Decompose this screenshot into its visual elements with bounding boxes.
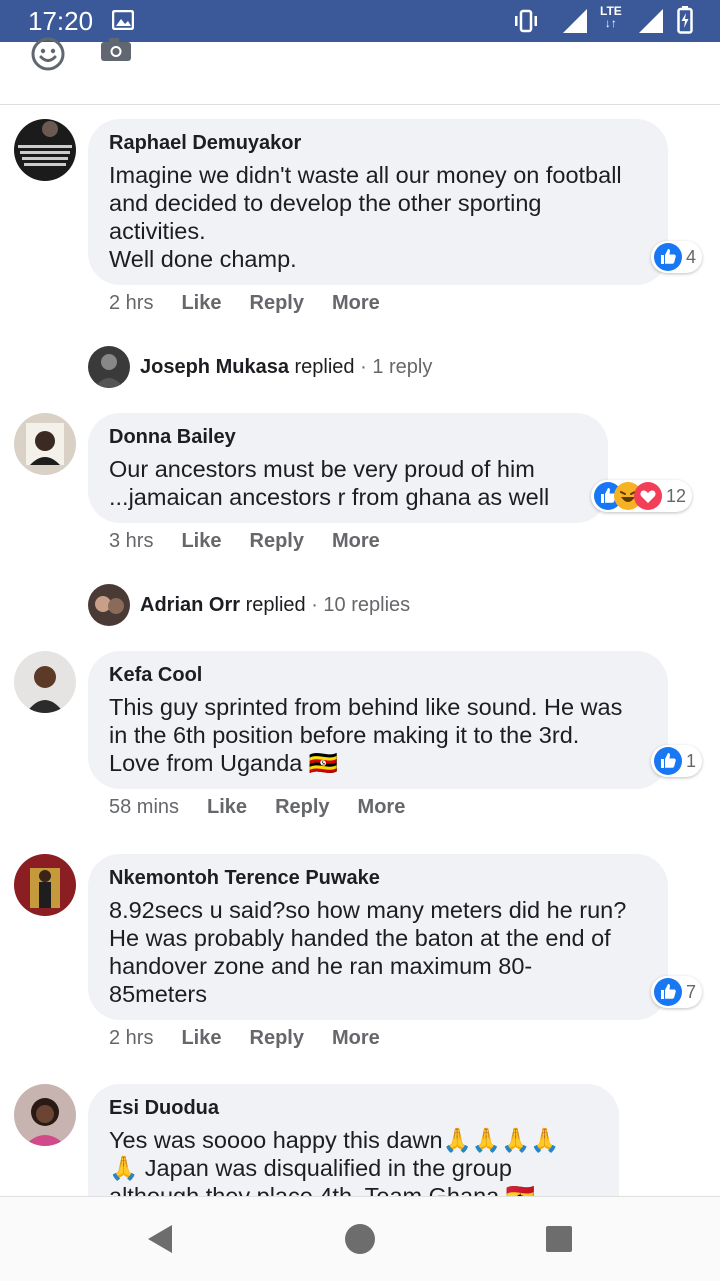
avatar[interactable] — [88, 584, 130, 626]
like-button[interactable]: Like — [181, 530, 221, 553]
comment-time[interactable]: 2 hrs — [109, 292, 153, 315]
status-bar: 17:20 LTE ↓↑ — [0, 0, 720, 42]
comment-actions: 2 hrs Like Reply More — [109, 1027, 380, 1050]
comment-actions: 3 hrs Like Reply More — [109, 530, 380, 553]
comment-bubble[interactable]: Kefa Cool This guy sprinted from behind … — [88, 651, 668, 789]
replier-name[interactable]: Joseph Mukasa — [140, 356, 289, 378]
comment-text: Imagine we didn't waste all our money on… — [109, 162, 622, 272]
reaction-summary[interactable]: 1 — [651, 745, 703, 777]
avatar[interactable] — [14, 1084, 76, 1146]
battery-icon — [677, 6, 693, 39]
comment-bubble[interactable]: Esi Duodua Yes was soooo happy this dawn… — [88, 1084, 619, 1196]
reply-button[interactable]: Reply — [250, 1027, 304, 1050]
reply-count[interactable]: · 1 reply — [355, 356, 432, 378]
commenter-name[interactable]: Kefa Cool — [109, 663, 648, 687]
emoji-icon[interactable] — [30, 36, 66, 77]
comment-actions: 58 mins Like Reply More — [109, 796, 405, 819]
signal-icon — [562, 8, 588, 39]
like-button[interactable]: Like — [207, 796, 247, 819]
reply-button[interactable]: Reply — [275, 796, 329, 819]
comment-bubble[interactable]: Donna Bailey Our ancestors must be very … — [88, 413, 608, 523]
reaction-count: 1 — [686, 750, 697, 771]
comment-time[interactable]: 58 mins — [109, 796, 179, 819]
reaction-summary[interactable]: 7 — [651, 976, 703, 1008]
comment-text: This guy sprinted from behind like sound… — [109, 694, 623, 776]
reply-button[interactable]: Reply — [250, 530, 304, 553]
avatar[interactable] — [14, 119, 76, 181]
avatar[interactable] — [14, 854, 76, 916]
signal-icon-2 — [638, 8, 664, 39]
reaction-count: 4 — [686, 246, 697, 267]
commenter-name[interactable]: Donna Bailey — [109, 425, 588, 449]
comments-list: Raphael Demuyakor Imagine we didn't wast… — [0, 104, 720, 1196]
reaction-summary[interactable]: 4 — [651, 241, 703, 273]
like-reaction-icon — [654, 243, 682, 271]
status-time: 17:20 — [28, 6, 94, 36]
more-button[interactable]: More — [332, 292, 380, 315]
reaction-summary[interactable]: 12 — [591, 480, 693, 512]
reply-summary[interactable]: Joseph Mukasa replied · 1 reply — [140, 356, 432, 379]
comment-text: 8.92secs u said?so how many meters did h… — [109, 897, 627, 1007]
love-reaction-icon — [634, 482, 662, 510]
comment-text: Yes was soooo happy this dawn🙏🙏🙏🙏 🙏 Japa… — [109, 1127, 560, 1196]
commenter-name[interactable]: Esi Duodua — [109, 1096, 599, 1120]
like-button[interactable]: Like — [181, 292, 221, 315]
reply-button[interactable]: Reply — [250, 292, 304, 315]
reply-count[interactable]: · 10 replies — [306, 594, 410, 616]
commenter-name[interactable]: Nkemontoh Terence Puwake — [109, 866, 648, 890]
avatar[interactable] — [14, 413, 76, 475]
comment-text: Our ancestors must be very proud of him … — [109, 456, 550, 510]
reply-summary[interactable]: Adrian Orr replied · 10 replies — [140, 594, 410, 617]
navigation-bar — [0, 1196, 720, 1281]
avatar[interactable] — [14, 651, 76, 713]
commenter-name[interactable]: Raphael Demuyakor — [109, 131, 648, 155]
more-button[interactable]: More — [332, 1027, 380, 1050]
like-reaction-icon — [654, 978, 682, 1006]
like-button[interactable]: Like — [181, 1027, 221, 1050]
comment-time[interactable]: 3 hrs — [109, 530, 153, 553]
replied-label: replied — [294, 356, 355, 378]
lte-label: LTE — [600, 4, 622, 18]
like-reaction-icon — [654, 747, 682, 775]
replier-name[interactable]: Adrian Orr — [140, 594, 240, 616]
comment-bubble[interactable]: Raphael Demuyakor Imagine we didn't wast… — [88, 119, 668, 285]
lte-icon: LTE ↓↑ — [600, 4, 622, 30]
recents-icon[interactable] — [545, 1225, 573, 1258]
home-icon[interactable] — [344, 1223, 376, 1260]
vibrate-icon — [513, 9, 539, 38]
reaction-count: 12 — [666, 485, 687, 506]
comment-bubble[interactable]: Nkemontoh Terence Puwake 8.92secs u said… — [88, 854, 668, 1020]
more-button[interactable]: More — [358, 796, 406, 819]
comment-actions: 2 hrs Like Reply More — [109, 292, 380, 315]
more-button[interactable]: More — [332, 530, 380, 553]
image-notification-icon — [111, 9, 135, 35]
back-icon[interactable] — [146, 1223, 174, 1260]
comment-composer-bar — [0, 37, 720, 105]
replied-label: replied — [245, 594, 306, 616]
comment-time[interactable]: 2 hrs — [109, 1027, 153, 1050]
avatar[interactable] — [88, 346, 130, 388]
reaction-count: 7 — [686, 981, 697, 1002]
camera-icon[interactable] — [100, 38, 132, 67]
